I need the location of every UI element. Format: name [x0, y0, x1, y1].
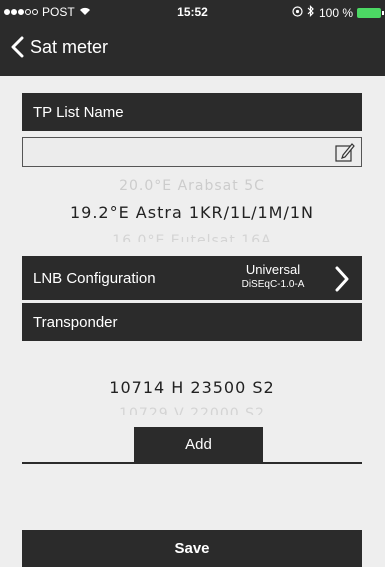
location-icon	[292, 5, 303, 20]
transponder-option-selected[interactable]: 10714 H 23500 S2	[22, 378, 362, 397]
satellite-option-next[interactable]: 16.0°E Eutelsat 16A	[22, 233, 362, 242]
bluetooth-icon	[307, 5, 315, 20]
transponder-label: Transponder	[33, 314, 118, 331]
lnb-type: Universal	[245, 262, 301, 277]
add-button[interactable]: Add	[134, 427, 263, 462]
status-right-group: 100 %	[292, 5, 384, 20]
transponder-header: Transponder	[22, 303, 362, 341]
chevron-right-icon	[335, 266, 349, 292]
tp-list-name-header: TP List Name	[22, 93, 362, 131]
save-button[interactable]: Save	[22, 530, 362, 567]
satellite-option-previous[interactable]: 20.0°E Arabsat 5C	[22, 178, 362, 194]
tp-list-name-field	[22, 137, 362, 167]
navigation-bar: Sat meter	[0, 24, 385, 76]
satellite-option-selected[interactable]: 19.2°E Astra 1KR/1L/1M/1N	[22, 203, 362, 222]
page-title: Sat meter	[30, 36, 109, 57]
tp-list-name-input[interactable]	[27, 141, 327, 163]
edit-icon[interactable]	[334, 141, 356, 163]
lnb-configuration-label: LNB Configuration	[33, 270, 156, 287]
status-bar: POST 15:52 100 %	[0, 0, 385, 24]
battery-percent: 100 %	[318, 5, 353, 20]
lnb-configuration-row[interactable]: LNB Configuration Universal DiSEqC-1.0-A	[22, 256, 362, 300]
transponder-option-next[interactable]: 10729 V 22000 S2	[22, 406, 362, 415]
divider	[22, 462, 362, 464]
tp-list-name-label: TP List Name	[33, 104, 124, 121]
lnb-diseqc: DiSEqC-1.0-A	[241, 279, 305, 290]
lnb-configuration-value: Universal DiSEqC-1.0-A	[218, 262, 328, 290]
back-button[interactable]: Sat meter	[10, 36, 108, 58]
chevron-left-icon	[11, 36, 24, 58]
battery-icon	[357, 7, 384, 18]
